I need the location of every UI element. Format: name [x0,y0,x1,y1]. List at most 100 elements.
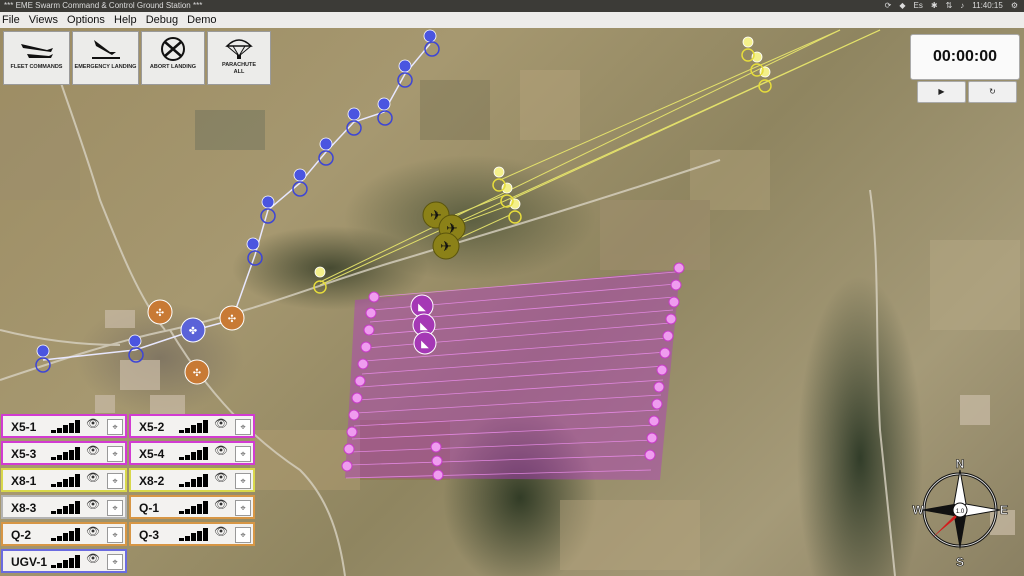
vehicle-name: X8-2 [139,474,165,488]
center-target-icon[interactable]: ⌖ [107,500,123,516]
visibility-eye-icon[interactable]: 👁 [86,471,100,484]
svg-text:✣: ✣ [156,308,164,319]
magenta-quadcopter-group[interactable]: ◣ ◣ ◣ [410,294,437,355]
reset-button[interactable]: ↻ [968,81,1017,103]
vehicle-panel-x8-2[interactable]: X8-2 👁 ⌖ [129,468,255,492]
mission-timer: 00:00:00 [910,34,1020,80]
center-target-icon[interactable]: ⌖ [235,527,251,543]
compass-south: S [956,555,964,569]
fleet-commands-label: FLEET COMMANDS [10,64,63,70]
signal-strength-icon [51,501,81,514]
vehicle-panel-x8-1[interactable]: X8-1 👁 ⌖ [1,468,127,492]
vehicle-name: Q-3 [139,528,160,542]
center-target-icon[interactable]: ⌖ [235,446,251,462]
svg-text:✣: ✣ [228,314,236,325]
center-target-icon[interactable]: ⌖ [107,554,123,570]
vehicle-panel-ugv-1[interactable]: UGV-1 👁 ⌖ [1,549,127,573]
system-tray: ⟳ ◆ Es ✱ ⇅ ♪ 11:40:15 ⚙ [885,0,1018,12]
compass-west: W [912,503,924,517]
volume-icon[interactable]: ♪ [960,0,964,12]
vehicle-name: X5-3 [11,447,37,461]
vehicle-panel-x5-4[interactable]: X5-4 👁 ⌖ [129,441,255,465]
ugv-marker[interactable]: ✤ [180,317,206,343]
satellite-map[interactable]: ✈ ✈ ✈ ◣ ◣ ◣ ✣ ✣ ✣ ✤ [0,28,1024,576]
visibility-eye-icon[interactable]: 👁 [86,417,100,430]
vehicle-name: X8-1 [11,474,37,488]
svg-text:✈: ✈ [446,220,458,236]
visibility-eye-icon[interactable]: 👁 [214,444,228,457]
center-target-icon[interactable]: ⌖ [235,419,251,435]
signal-strength-icon [179,528,209,541]
center-target-icon[interactable]: ⌖ [107,446,123,462]
vehicle-name: X8-3 [11,501,37,515]
menu-demo[interactable]: Demo [187,14,216,26]
parachute-all-label: PARACHUTE ALL [221,62,257,75]
visibility-eye-icon[interactable]: 👁 [86,525,100,538]
center-target-icon[interactable]: ⌖ [107,527,123,543]
window-title: *** EME Swarm Command & Control Ground S… [4,1,203,10]
menu-options[interactable]: Options [67,14,105,26]
svg-text:◣: ◣ [420,321,428,332]
compass-east: E [1000,503,1008,517]
visibility-eye-icon[interactable]: 👁 [214,417,228,430]
network-icon[interactable]: ⇅ [946,0,953,12]
vehicle-name: Q-2 [11,528,32,542]
dropbox-icon[interactable]: ◆ [899,0,905,12]
fleet-commands-icon [20,44,53,58]
abort-landing-label: ABORT LANDING [149,64,197,70]
vehicle-panel-q-1[interactable]: Q-1 👁 ⌖ [129,495,255,519]
menu-bar: File Views Options Help Debug Demo [0,12,1024,29]
compass-rose: 1.0 N S W E [912,458,1008,569]
play-button[interactable]: ▶ [917,81,966,103]
signal-strength-icon [51,555,81,568]
emergency-landing-icon [91,40,120,59]
menu-debug[interactable]: Debug [146,14,178,26]
vehicle-panel-q-2[interactable]: Q-2 👁 ⌖ [1,522,127,546]
compass-north: N [956,458,965,471]
menu-views[interactable]: Views [29,14,58,26]
visibility-eye-icon[interactable]: 👁 [214,471,228,484]
map-overlay[interactable]: ✈✈✈ ◣◣◣ ✣✣✣ ✤ [0,28,1024,576]
clock[interactable]: 11:40:15 [972,0,1003,12]
signal-strength-icon [179,474,209,487]
signal-strength-icon [51,420,81,433]
parachute-all-button[interactable]: PARACHUTE ALL [207,31,271,85]
signal-strength-icon [179,501,209,514]
visibility-eye-icon[interactable]: 👁 [86,444,100,457]
vehicle-panel-x8-3[interactable]: X8-3 👁 ⌖ [1,495,127,519]
abort-landing-icon [161,37,185,61]
vehicle-panel-x5-1[interactable]: X5-1 👁 ⌖ [1,414,127,438]
vehicle-panel-q-3[interactable]: Q-3 👁 ⌖ [129,522,255,546]
abort-landing-button[interactable]: ABORT LANDING [141,31,205,85]
center-target-icon[interactable]: ⌖ [235,473,251,489]
center-target-icon[interactable]: ⌖ [107,419,123,435]
keyboard-layout[interactable]: Es [914,0,923,12]
signal-strength-icon [179,447,209,460]
compass-scale: 1.0 [956,509,965,515]
menu-file[interactable]: File [2,14,20,26]
visibility-eye-icon[interactable]: 👁 [86,552,100,565]
vehicle-name: Q-1 [139,501,160,515]
vehicle-panel-x5-3[interactable]: X5-3 👁 ⌖ [1,441,127,465]
svg-text:◣: ◣ [418,302,426,313]
vehicle-name: X5-1 [11,420,37,434]
center-target-icon[interactable]: ⌖ [235,500,251,516]
svg-text:✈: ✈ [440,238,452,254]
fleet-commands-button[interactable]: FLEET COMMANDS [3,31,70,85]
settings-gear-icon[interactable]: ⚙ [1011,0,1018,12]
emergency-landing-button[interactable]: EMERGENCY LANDING [72,31,139,85]
bluetooth-icon[interactable]: ✱ [931,0,938,12]
vehicle-panel-x5-2[interactable]: X5-2 👁 ⌖ [129,414,255,438]
svg-text:✣: ✣ [193,368,201,379]
visibility-eye-icon[interactable]: 👁 [86,498,100,511]
signal-strength-icon [51,447,81,460]
visibility-eye-icon[interactable]: 👁 [214,498,228,511]
sync-icon[interactable]: ⟳ [885,0,892,12]
system-top-bar: *** EME Swarm Command & Control Ground S… [0,0,1024,12]
menu-help[interactable]: Help [114,14,137,26]
visibility-eye-icon[interactable]: 👁 [214,525,228,538]
svg-text:✈: ✈ [430,207,442,223]
svg-text:◣: ◣ [421,339,429,350]
parachute-icon [225,39,253,59]
center-target-icon[interactable]: ⌖ [107,473,123,489]
